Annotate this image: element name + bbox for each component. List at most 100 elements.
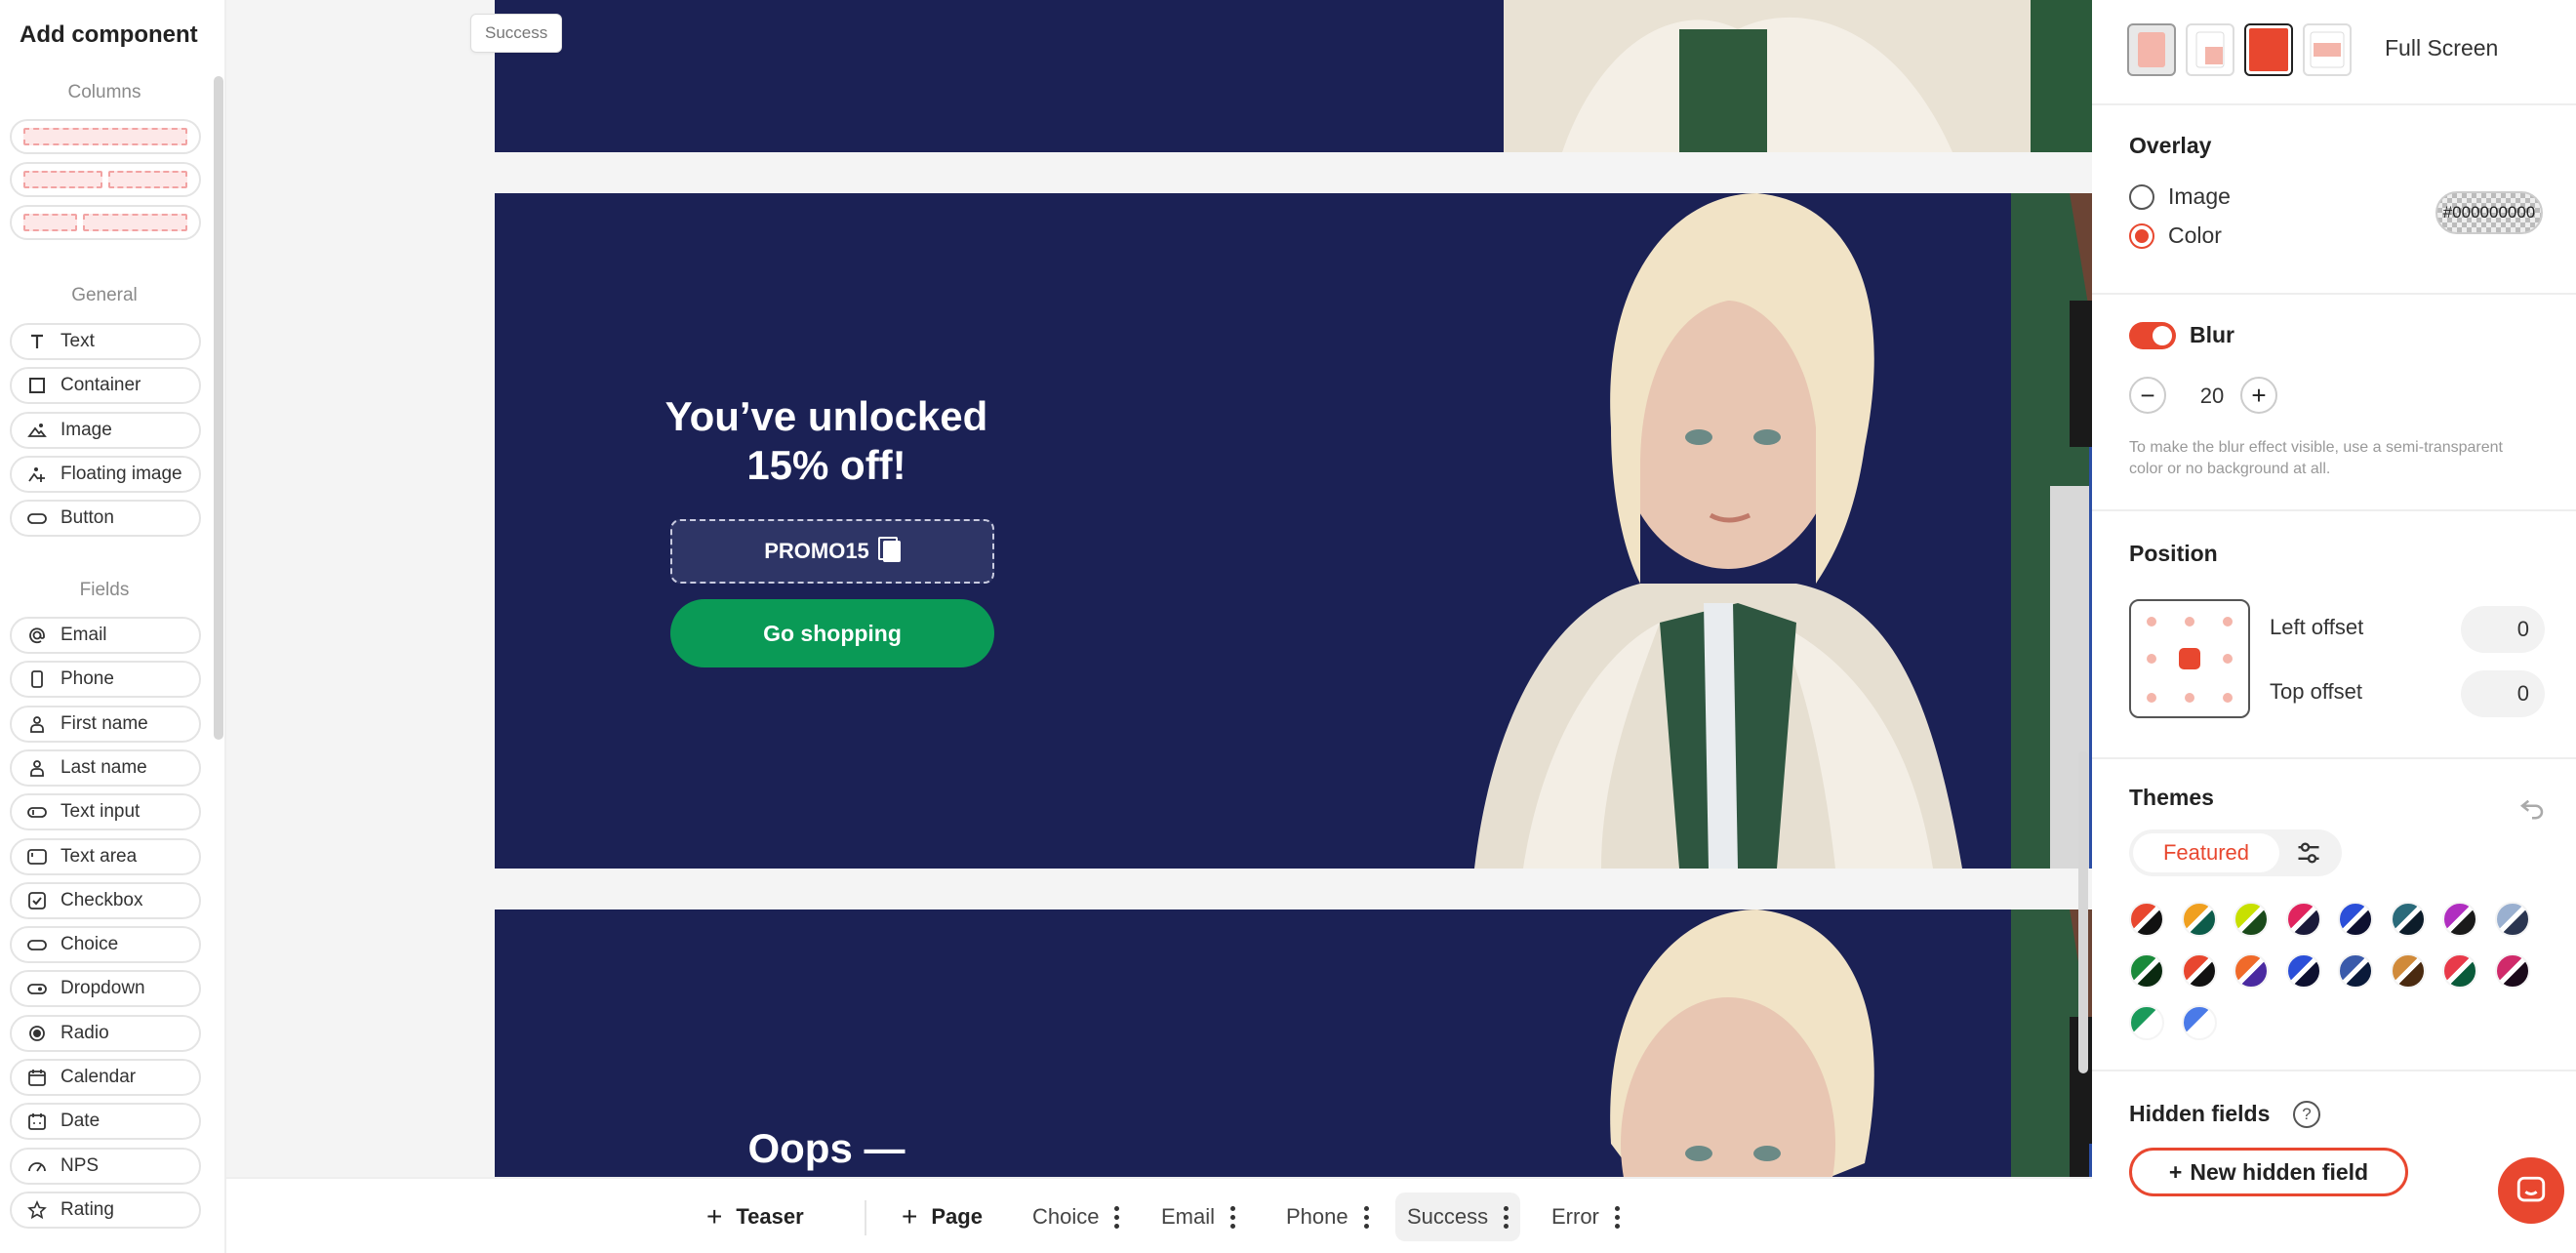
sidebar-scrollbar[interactable] (214, 76, 223, 740)
theme-swatch[interactable] (2129, 902, 2164, 937)
layout-popup-option[interactable] (2127, 23, 2176, 76)
add-page-tab[interactable]: + Page (890, 1192, 994, 1241)
field-last-name[interactable]: Last name (10, 748, 201, 787)
success-page-frame[interactable]: × You’ve unlocked 15% off! PROMO15 Go sh… (495, 193, 2092, 869)
more-vertical-icon[interactable] (1504, 1205, 1509, 1229)
position-grid[interactable] (2129, 599, 2250, 718)
field-checkbox[interactable]: Checkbox (10, 881, 201, 919)
tab-phone[interactable]: Phone (1274, 1192, 1381, 1241)
tab-choice[interactable]: Choice (1021, 1192, 1131, 1241)
field-radio[interactable]: Radio (10, 1014, 201, 1052)
layout-fullscreen-option[interactable] (2244, 23, 2293, 76)
theme-swatch[interactable] (2338, 902, 2373, 937)
position-bottom-left[interactable] (2147, 693, 2156, 703)
more-vertical-icon[interactable] (1230, 1205, 1236, 1229)
help-icon[interactable]: ? (2293, 1101, 2320, 1128)
at-icon (27, 626, 53, 645)
field-text-input[interactable]: Text input (10, 793, 201, 831)
position-middle-right[interactable] (2223, 654, 2233, 664)
position-top-right[interactable] (2223, 617, 2233, 626)
add-teaser-tab[interactable]: + Teaser (695, 1192, 816, 1241)
field-email[interactable]: Email (10, 617, 201, 654)
layout-banner-option[interactable] (2303, 23, 2352, 76)
component-sidebar: Add component Columns General Text Contai… (0, 0, 226, 1253)
new-hidden-field-button[interactable]: + New hidden field (2129, 1148, 2408, 1196)
canvas-scrollbar[interactable] (2078, 751, 2088, 1073)
featured-themes-tab[interactable]: Featured (2133, 833, 2279, 872)
theme-swatch[interactable] (2129, 953, 2164, 989)
theme-swatch[interactable] (2234, 902, 2269, 937)
component-text[interactable]: Text (10, 323, 201, 360)
theme-swatch[interactable] (2494, 902, 2530, 937)
theme-swatch[interactable] (2390, 953, 2426, 989)
theme-swatch[interactable] (2129, 1005, 2164, 1040)
theme-swatch[interactable] (2181, 902, 2217, 937)
field-text-area[interactable]: Text area (10, 837, 201, 875)
error-headline[interactable]: Oops — (641, 1124, 1012, 1173)
chat-support-button[interactable] (2498, 1157, 2564, 1224)
field-calendar[interactable]: Calendar (10, 1059, 201, 1096)
left-offset-input[interactable]: 0 (2461, 606, 2545, 653)
field-date[interactable]: Date (10, 1103, 201, 1141)
component-label: Text area (60, 845, 138, 867)
position-bottom-right[interactable] (2223, 693, 2233, 703)
field-choice[interactable]: Choice (10, 926, 201, 964)
undo-icon[interactable] (2517, 792, 2547, 822)
position-top-center[interactable] (2185, 617, 2194, 626)
theme-swatch[interactable] (2338, 953, 2373, 989)
theme-swatch[interactable] (2285, 902, 2321, 937)
top-offset-input[interactable]: 0 (2461, 670, 2545, 717)
column-layout-two[interactable] (10, 162, 201, 197)
layout-slide-option[interactable] (2186, 23, 2234, 76)
promo-code-box[interactable]: PROMO15 (670, 519, 994, 584)
sliders-icon[interactable] (2295, 839, 2322, 867)
tab-error[interactable]: Error (1540, 1192, 1631, 1241)
theme-swatch[interactable] (2390, 902, 2426, 937)
position-top-left[interactable] (2147, 617, 2156, 626)
theme-swatch[interactable] (2442, 902, 2477, 937)
overlay-color-swatch[interactable]: #000000000 (2435, 191, 2543, 234)
success-headline-line2[interactable]: 15% off! (641, 441, 1012, 490)
position-middle-left[interactable] (2147, 654, 2156, 664)
column-layout-one[interactable] (10, 119, 201, 154)
field-phone[interactable]: Phone (10, 661, 201, 699)
field-rating[interactable]: Rating (10, 1191, 201, 1229)
theme-swatch[interactable] (2234, 953, 2269, 989)
position-bottom-center[interactable] (2185, 693, 2194, 703)
tab-email[interactable]: Email (1149, 1192, 1247, 1241)
more-vertical-icon[interactable] (1114, 1205, 1120, 1229)
overlay-radio-color[interactable]: Color (2129, 222, 2222, 249)
component-button[interactable]: Button (10, 500, 201, 538)
component-image[interactable]: Image (10, 411, 201, 449)
go-shopping-button[interactable]: Go shopping (670, 599, 994, 667)
editor-canvas: × You’ve unlocked 15% off! PROMO15 Go sh… (226, 0, 2092, 1253)
previous-page-frame[interactable] (495, 0, 2092, 152)
theme-swatch[interactable] (2494, 953, 2530, 989)
blur-increment-button[interactable]: + (2240, 377, 2277, 414)
position-center[interactable] (2179, 648, 2200, 669)
copy-icon[interactable] (877, 537, 901, 562)
blur-value[interactable]: 20 (2188, 379, 2236, 414)
field-dropdown[interactable]: Dropdown (10, 970, 201, 1008)
theme-swatch[interactable] (2442, 953, 2477, 989)
hidden-fields-title: Hidden fields (2129, 1101, 2271, 1126)
theme-swatch[interactable] (2181, 953, 2217, 989)
button-label: New hidden field (2190, 1158, 2369, 1185)
tab-success[interactable]: Success (1395, 1192, 1521, 1241)
theme-swatch[interactable] (2285, 953, 2321, 989)
tab-label: Teaser (736, 1204, 804, 1229)
success-headline-line1[interactable]: You’ve unlocked (641, 392, 1012, 441)
error-page-frame[interactable]: × Oops — (495, 909, 2092, 1183)
blur-decrement-button[interactable]: − (2129, 377, 2166, 414)
column-layout-one-two[interactable] (10, 205, 201, 240)
more-vertical-icon[interactable] (1614, 1205, 1620, 1229)
overlay-radio-image[interactable]: Image (2129, 183, 2231, 210)
component-label: Checkbox (60, 889, 143, 910)
theme-swatch[interactable] (2181, 1005, 2217, 1040)
more-vertical-icon[interactable] (1363, 1205, 1369, 1229)
component-container[interactable]: Container (10, 367, 201, 405)
component-floating-image[interactable]: Floating image (10, 455, 201, 493)
field-nps[interactable]: NPS (10, 1147, 201, 1185)
field-first-name[interactable]: First name (10, 705, 201, 743)
blur-toggle[interactable] (2129, 322, 2176, 349)
